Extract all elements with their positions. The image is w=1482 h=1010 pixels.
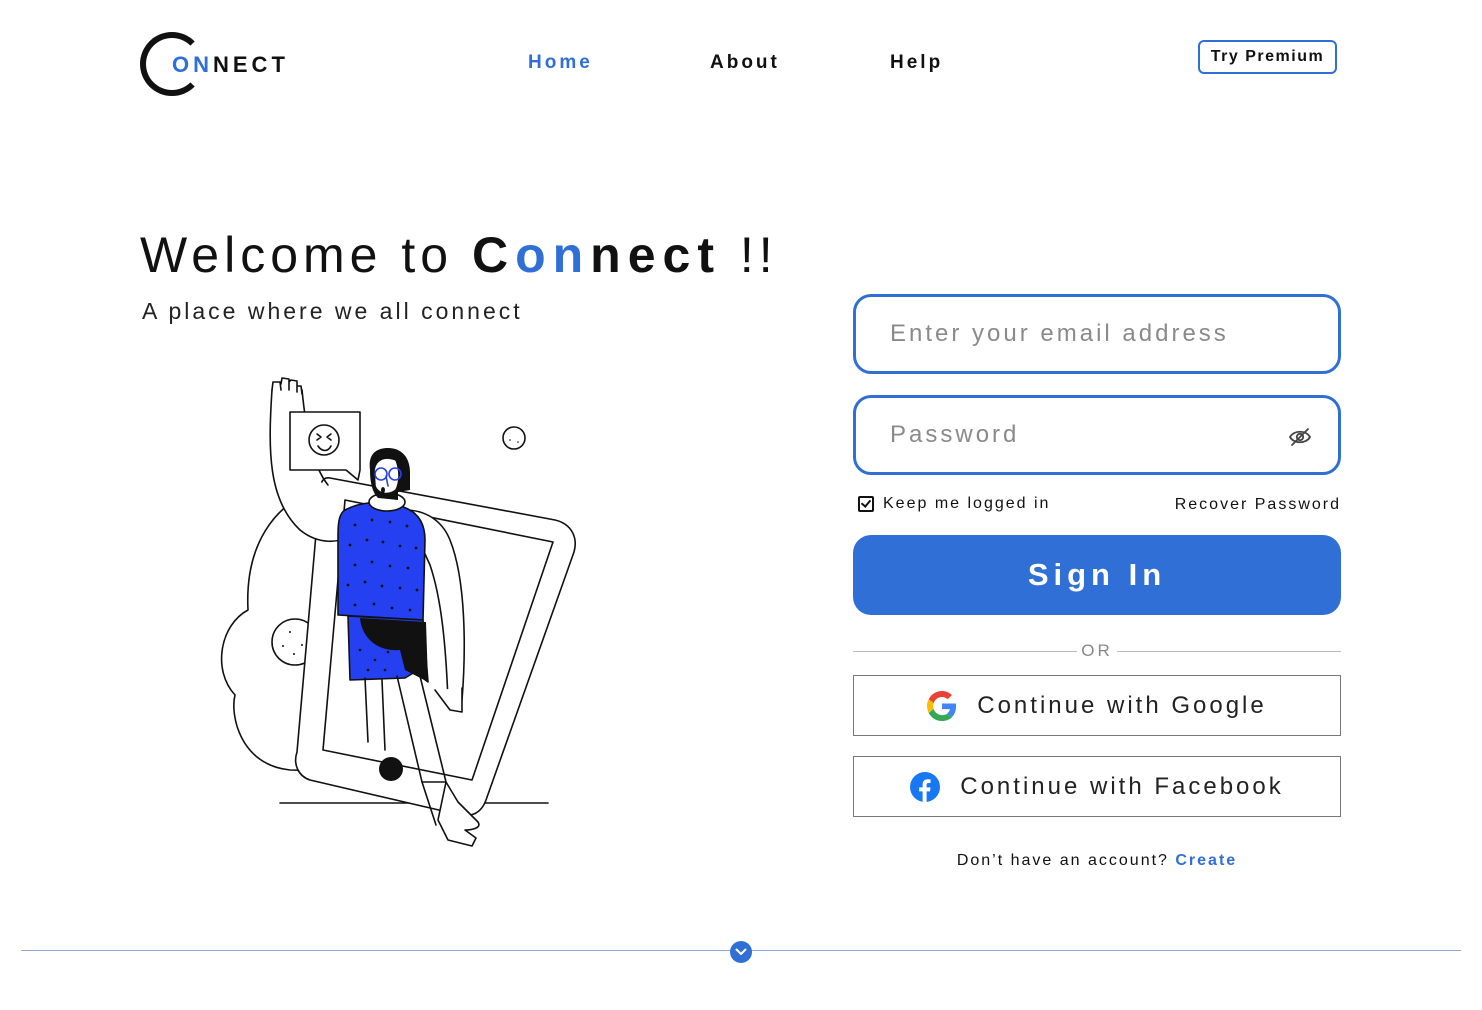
- email-field-container: [853, 294, 1341, 374]
- continue-with-google-label: Continue with Google: [977, 691, 1267, 719]
- logo-text-on: ON: [172, 52, 213, 77]
- eye-slash-icon[interactable]: [1288, 427, 1312, 447]
- continue-with-facebook-label: Continue with Facebook: [960, 772, 1284, 800]
- logo-text: ONNECT: [172, 52, 289, 78]
- no-account-text: Don’t have an account?: [956, 852, 1176, 869]
- continue-with-google-button[interactable]: Continue with Google: [853, 675, 1341, 736]
- google-icon: [927, 690, 957, 721]
- recover-password-link[interactable]: Recover Password: [1175, 496, 1341, 514]
- sign-in-button[interactable]: Sign In: [853, 535, 1341, 615]
- welcome-heading: Welcome to Connect !!: [140, 226, 778, 284]
- checkbox-checked-icon[interactable]: [858, 496, 874, 512]
- brand-c: C: [471, 227, 516, 283]
- chevron-down-icon: [735, 948, 747, 955]
- welcome-suffix: !!: [720, 227, 778, 283]
- create-account-link[interactable]: Create: [1175, 852, 1237, 869]
- logo-text-rest: NECT: [213, 52, 289, 77]
- password-field-container: [853, 395, 1341, 475]
- facebook-icon: [910, 771, 941, 802]
- password-input[interactable]: [890, 398, 1270, 472]
- welcome-brand: Connect: [472, 227, 721, 283]
- nav-home-link[interactable]: Home: [528, 52, 593, 74]
- tagline: A place where we all connect: [142, 298, 523, 324]
- email-input[interactable]: [890, 297, 1270, 371]
- nav-help-link[interactable]: Help: [890, 52, 943, 74]
- nav-about-link[interactable]: About: [710, 52, 780, 74]
- brand-on: on: [515, 227, 591, 283]
- continue-with-facebook-button[interactable]: Continue with Facebook: [853, 756, 1341, 817]
- or-divider-right: [1117, 651, 1341, 652]
- or-label: OR: [1081, 641, 1113, 660]
- logo[interactable]: ONNECT: [140, 32, 310, 96]
- welcome-prefix: Welcome to: [140, 227, 472, 283]
- scroll-down-button[interactable]: [730, 941, 752, 963]
- or-divider-left: [853, 651, 1077, 652]
- person-waving-from-phone-illustration: [220, 377, 576, 847]
- brand-rest: nect: [590, 227, 721, 283]
- keep-logged-in-checkbox[interactable]: Keep me logged in: [858, 495, 1050, 513]
- no-account-prompt: Don’t have an account? Create: [853, 852, 1341, 870]
- try-premium-button[interactable]: Try Premium: [1198, 40, 1337, 74]
- keep-logged-in-label: Keep me logged in: [883, 495, 1051, 512]
